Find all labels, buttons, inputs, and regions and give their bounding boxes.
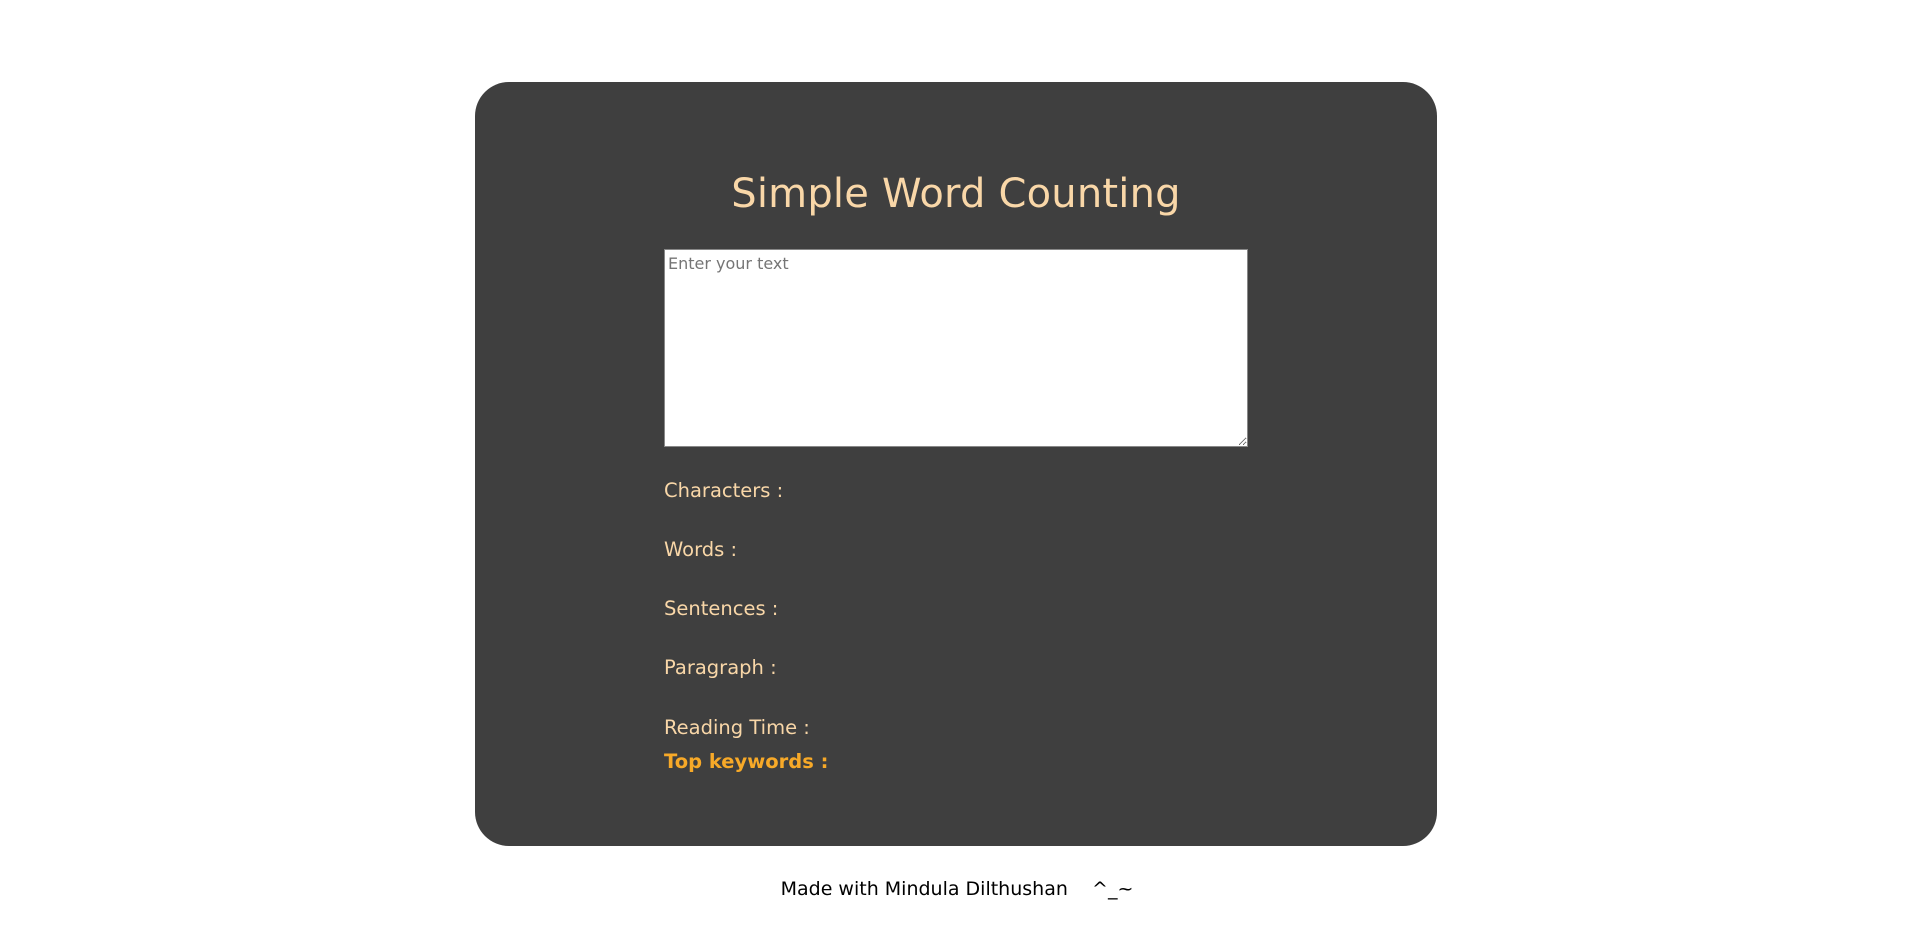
- words-label: Words :: [664, 538, 738, 561]
- word-counter-card: Simple Word Counting Characters : Words …: [475, 82, 1437, 846]
- text-input[interactable]: [664, 249, 1248, 447]
- reading-time-label: Reading Time :: [664, 716, 810, 739]
- paragraph-label: Paragraph :: [664, 656, 777, 679]
- reading-time-stat: Reading Time :: [664, 716, 816, 739]
- sentences-label: Sentences :: [664, 597, 779, 620]
- top-keywords-label: Top keywords :: [664, 750, 829, 773]
- words-stat: Words :: [664, 538, 743, 561]
- characters-label: Characters :: [664, 479, 784, 502]
- sentences-stat: Sentences :: [664, 597, 784, 620]
- page-title: Simple Word Counting: [731, 171, 1181, 217]
- footer-credit: Made with Mindula Dilthushan ^_~: [780, 878, 1134, 900]
- paragraph-stat: Paragraph :: [664, 656, 783, 679]
- characters-stat: Characters :: [664, 479, 789, 502]
